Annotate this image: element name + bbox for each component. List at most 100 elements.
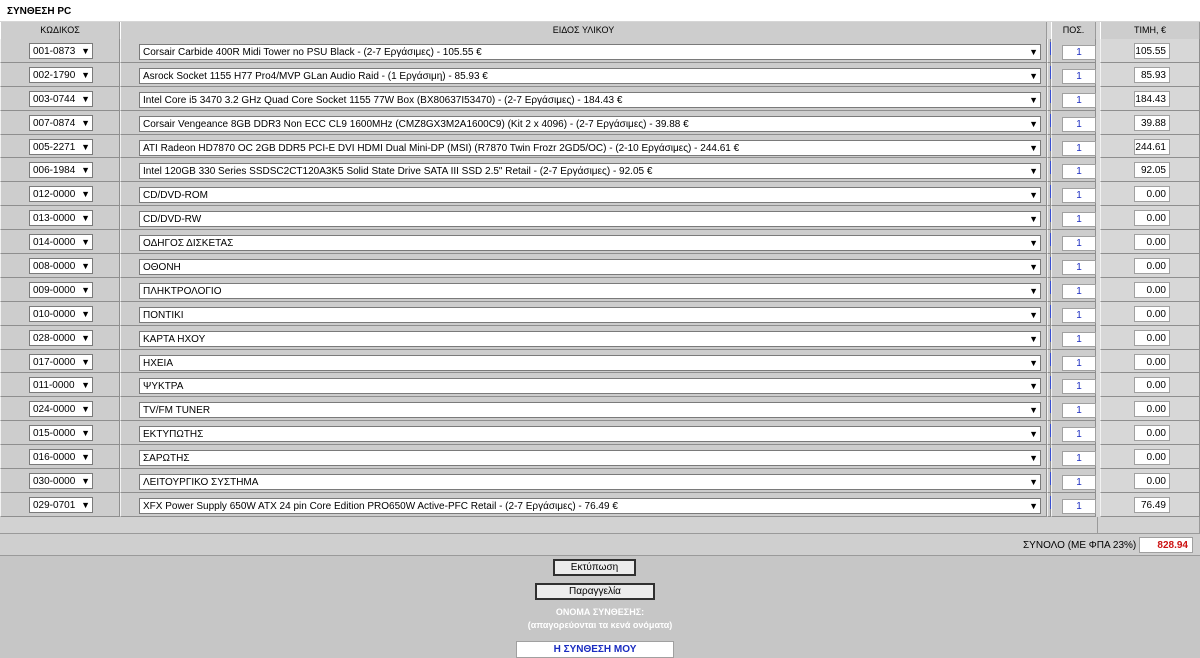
code-value: 009-0000 <box>33 284 76 296</box>
price-value: 0.00 <box>1134 234 1170 251</box>
item-select[interactable]: ΗΧΕΙΑ ▼ <box>139 354 1041 371</box>
quantity-input[interactable]: 1 <box>1062 283 1096 299</box>
item-value: ATI Radeon HD7870 OC 2GB DDR5 PCI-E DVI … <box>143 142 740 154</box>
quantity-input[interactable]: 1 <box>1062 164 1096 180</box>
quantity-input[interactable]: 1 <box>1062 403 1096 419</box>
price-value: 0.00 <box>1134 377 1170 394</box>
code-value: 030-0000 <box>33 476 76 488</box>
price-value: 0.00 <box>1134 210 1170 227</box>
table-row-item-cell: XFX Power Supply 650W ATX 24 pin Core Ed… <box>120 492 1047 517</box>
quantity-input[interactable]: 1 <box>1062 212 1096 228</box>
quantity-input[interactable]: 1 <box>1062 188 1096 204</box>
code-select[interactable]: 024-0000 ▼ <box>29 401 93 418</box>
item-select[interactable]: ΟΘΟΝΗ ▼ <box>139 259 1041 276</box>
quantity-input[interactable]: 1 <box>1062 307 1096 323</box>
quantity-input[interactable]: 1 <box>1062 68 1096 84</box>
code-select[interactable]: 003-0744 ▼ <box>29 90 93 107</box>
code-select[interactable]: 002-1790 ▼ <box>29 66 93 83</box>
code-select[interactable]: 005-2271 ▼ <box>29 138 93 155</box>
table-row-item-cell: Corsair Vengeance 8GB DDR3 Non ECC CL9 1… <box>120 110 1047 135</box>
price-value: 0.00 <box>1134 281 1170 298</box>
code-select[interactable]: 015-0000 ▼ <box>29 425 93 442</box>
code-select[interactable]: 014-0000 ▼ <box>29 234 93 251</box>
quantity-input[interactable]: 1 <box>1062 116 1096 132</box>
item-select[interactable]: ΠΟΝΤΙΚΙ ▼ <box>139 306 1041 323</box>
code-select[interactable]: 010-0000 ▼ <box>29 305 93 322</box>
table-row-price-cell: 0.00 <box>1100 325 1200 350</box>
price-value: 184.43 <box>1134 90 1170 107</box>
table-row-item-cell: TV/FM TUNER ▼ <box>120 397 1047 422</box>
build-name-input[interactable]: Η ΣΥΝΘΕΣΗ ΜΟΥ <box>516 641 674 658</box>
code-select[interactable]: 030-0000 ▼ <box>29 473 93 490</box>
print-button[interactable]: Εκτύπωση <box>553 559 636 576</box>
price-value: 39.88 <box>1134 114 1170 131</box>
quantity-input[interactable]: 1 <box>1062 92 1096 108</box>
item-select[interactable]: ΠΛΗΚΤΡΟΛΟΓΙΟ ▼ <box>139 282 1041 299</box>
item-select[interactable]: ΛΕΙΤΟΥΡΓΙΚΟ ΣΥΣΤΗΜΑ ▼ <box>139 474 1041 491</box>
item-select[interactable]: TV/FM TUNER ▼ <box>139 402 1041 419</box>
code-select[interactable]: 013-0000 ▼ <box>29 210 93 227</box>
quantity-input[interactable]: 1 <box>1062 379 1096 395</box>
code-value: 017-0000 <box>33 356 76 368</box>
code-value: 012-0000 <box>33 189 76 201</box>
chevron-down-icon: ▼ <box>81 356 90 367</box>
item-select[interactable]: CD/DVD-RW ▼ <box>139 211 1041 228</box>
order-button[interactable]: Παραγγελία <box>535 583 655 600</box>
item-select[interactable]: ATI Radeon HD7870 OC 2GB DDR5 PCI-E DVI … <box>139 139 1041 156</box>
code-select[interactable]: 006-1984 ▼ <box>29 162 93 179</box>
item-select[interactable]: ΣΑΡΩΤΗΣ ▼ <box>139 450 1041 467</box>
item-select[interactable]: ΚΑΡΤΑ ΗΧΟΥ ▼ <box>139 330 1041 347</box>
code-value: 008-0000 <box>33 261 76 273</box>
table-row-qty-cell: 1 <box>1051 469 1096 493</box>
quantity-input[interactable]: 1 <box>1062 331 1096 347</box>
code-select[interactable]: 009-0000 ▼ <box>29 281 93 298</box>
header-price: ΤΙΜΗ, € <box>1100 22 1200 39</box>
table-row-price-cell: 0.00 <box>1100 445 1200 470</box>
table-row-qty-cell: 1 <box>1051 301 1096 326</box>
code-select[interactable]: 017-0000 ▼ <box>29 353 93 370</box>
code-select[interactable]: 007-0874 ▼ <box>29 114 93 131</box>
code-value: 003-0744 <box>33 93 76 105</box>
table-row-item-cell: ΚΑΡΤΑ ΗΧΟΥ ▼ <box>120 325 1047 350</box>
item-select[interactable]: Corsair Vengeance 8GB DDR3 Non ECC CL9 1… <box>139 115 1041 132</box>
item-select[interactable]: XFX Power Supply 650W ATX 24 pin Core Ed… <box>139 497 1041 514</box>
quantity-input[interactable]: 1 <box>1062 45 1096 60</box>
table-row-price-cell: 0.00 <box>1100 277 1200 302</box>
quantity-input[interactable]: 1 <box>1062 260 1096 276</box>
code-select[interactable]: 001-0873 ▼ <box>29 43 93 59</box>
quantity-input[interactable]: 1 <box>1062 427 1096 443</box>
quantity-input[interactable]: 1 <box>1062 475 1096 491</box>
table-row-item-cell: Corsair Carbide 400R Midi Tower no PSU B… <box>120 39 1047 63</box>
item-value: Intel 120GB 330 Series SSDSC2CT120A3K5 S… <box>143 166 653 178</box>
price-value: 85.93 <box>1134 66 1170 83</box>
quantity-input[interactable]: 1 <box>1062 451 1096 467</box>
item-select[interactable]: ΕΚΤΥΠΩΤΗΣ ▼ <box>139 426 1041 443</box>
item-select[interactable]: ΨΥΚΤΡΑ ▼ <box>139 378 1041 395</box>
item-select[interactable]: Intel Core i5 3470 3.2 GHz Quad Core Soc… <box>139 91 1041 108</box>
table-row-qty-cell: 1 <box>1051 373 1096 398</box>
chevron-down-icon: ▼ <box>81 93 90 104</box>
item-value: Intel Core i5 3470 3.2 GHz Quad Core Soc… <box>143 94 623 106</box>
item-select[interactable]: Intel 120GB 330 Series SSDSC2CT120A3K5 S… <box>139 163 1041 180</box>
components-table: ΚΩΔΙΚΟΣ ΕΙΔΟΣ ΥΛΙΚΟΥ ΠΟΣ. ΤΙΜΗ, € 001-08… <box>0 22 1200 517</box>
table-row-code-cell: 017-0000 ▼ <box>0 349 120 374</box>
item-select[interactable]: CD/DVD-ROM ▼ <box>139 187 1041 204</box>
table-row-code-cell: 012-0000 ▼ <box>0 182 120 207</box>
quantity-input[interactable]: 1 <box>1062 498 1096 514</box>
quantity-input[interactable]: 1 <box>1062 236 1096 252</box>
table-row-qty-cell: 1 <box>1051 397 1096 422</box>
code-select[interactable]: 012-0000 ▼ <box>29 186 93 203</box>
code-select[interactable]: 008-0000 ▼ <box>29 258 93 275</box>
quantity-input[interactable]: 1 <box>1062 140 1096 156</box>
item-select[interactable]: Corsair Carbide 400R Midi Tower no PSU B… <box>139 44 1041 60</box>
code-select[interactable]: 011-0000 ▼ <box>29 377 93 394</box>
code-select[interactable]: 016-0000 ▼ <box>29 449 93 466</box>
price-value: 0.00 <box>1134 258 1170 275</box>
quantity-input[interactable]: 1 <box>1062 355 1096 371</box>
price-value: 105.55 <box>1134 43 1170 59</box>
item-select[interactable]: Asrock Socket 1155 H77 Pro4/MVP GLan Aud… <box>139 67 1041 84</box>
code-select[interactable]: 028-0000 ▼ <box>29 329 93 346</box>
code-value: 011-0000 <box>33 380 75 392</box>
code-select[interactable]: 029-0701 ▼ <box>29 496 93 513</box>
item-select[interactable]: ΟΔΗΓΟΣ ΔΙΣΚΕΤΑΣ ▼ <box>139 235 1041 252</box>
